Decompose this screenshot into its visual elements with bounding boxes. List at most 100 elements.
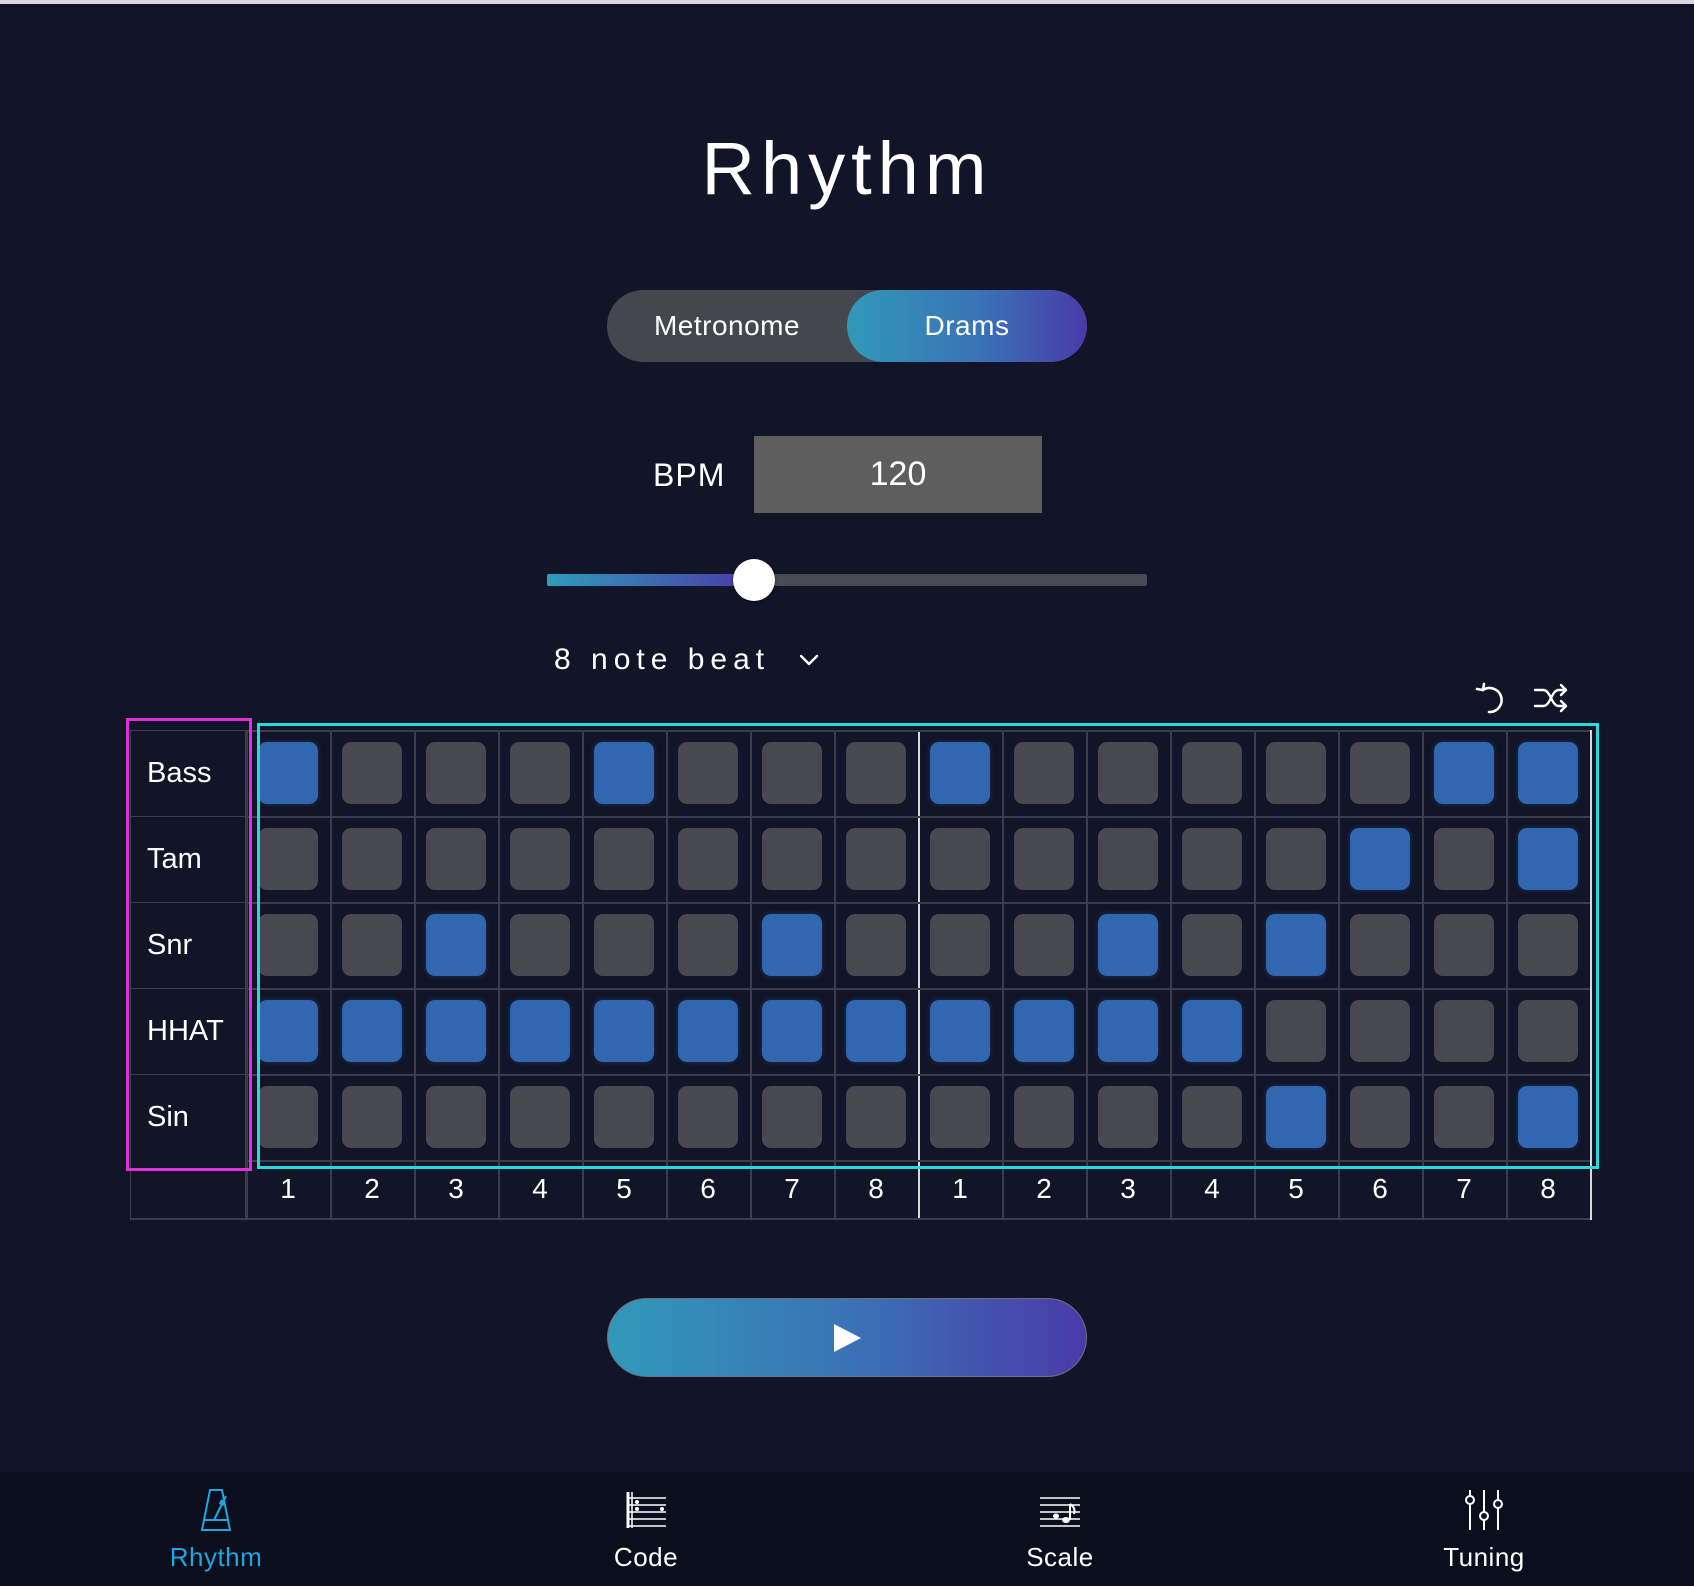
- shuffle-icon[interactable]: [1531, 678, 1571, 718]
- step-cell-tam-15[interactable]: [1434, 828, 1494, 890]
- step-cell-bass-12[interactable]: [1182, 742, 1242, 804]
- step-cell-snr-13[interactable]: [1266, 914, 1326, 976]
- step-cell-sin-14[interactable]: [1350, 1086, 1410, 1148]
- step-cell-tam-9[interactable]: [930, 828, 990, 890]
- step-cell-bass-16[interactable]: [1518, 742, 1578, 804]
- step-cell-snr-16[interactable]: [1518, 914, 1578, 976]
- step-cell-hhat-4[interactable]: [510, 1000, 570, 1062]
- beat-type-select[interactable]: 8 note beat: [554, 640, 820, 680]
- step-cell-snr-12[interactable]: [1182, 914, 1242, 976]
- bpm-input[interactable]: 120: [754, 436, 1042, 513]
- step-cell-snr-11[interactable]: [1098, 914, 1158, 976]
- step-cell-hhat-10[interactable]: [1014, 1000, 1074, 1062]
- step-cell-tam-7[interactable]: [762, 828, 822, 890]
- play-button[interactable]: [607, 1298, 1087, 1377]
- step-cell-hhat-7[interactable]: [762, 1000, 822, 1062]
- step-cell-bass-15[interactable]: [1434, 742, 1494, 804]
- step-cell-tam-6[interactable]: [678, 828, 738, 890]
- step-cell-hhat-15[interactable]: [1434, 1000, 1494, 1062]
- nav-code[interactable]: Code: [526, 1472, 766, 1586]
- step-cell-snr-3[interactable]: [426, 914, 486, 976]
- step-cell-snr-10[interactable]: [1014, 914, 1074, 976]
- step-cell-hhat-8[interactable]: [846, 1000, 906, 1062]
- step-cell-tam-11[interactable]: [1098, 828, 1158, 890]
- step-cell-tam-2[interactable]: [342, 828, 402, 890]
- step-cell-snr-8[interactable]: [846, 914, 906, 976]
- step-cell-snr-7[interactable]: [762, 914, 822, 976]
- step-cell-bass-3[interactable]: [426, 742, 486, 804]
- step-cell-tam-12[interactable]: [1182, 828, 1242, 890]
- step-cell-snr-5[interactable]: [594, 914, 654, 976]
- step-cell-sin-11[interactable]: [1098, 1086, 1158, 1148]
- step-cell-tam-4[interactable]: [510, 828, 570, 890]
- step-cell-snr-9[interactable]: [930, 914, 990, 976]
- step-cell-hhat-3[interactable]: [426, 1000, 486, 1062]
- step-cell-sin-7[interactable]: [762, 1086, 822, 1148]
- step-cell-bass-14[interactable]: [1350, 742, 1410, 804]
- step-cell-snr-15[interactable]: [1434, 914, 1494, 976]
- step-cell-hhat-13[interactable]: [1266, 1000, 1326, 1062]
- step-cell-tam-8[interactable]: [846, 828, 906, 890]
- step-cell-sin-12[interactable]: [1182, 1086, 1242, 1148]
- grid-column-line: [834, 730, 836, 1220]
- step-cell-hhat-12[interactable]: [1182, 1000, 1242, 1062]
- grid-column-line: [330, 730, 332, 1220]
- step-cell-sin-9[interactable]: [930, 1086, 990, 1148]
- step-cell-tam-13[interactable]: [1266, 828, 1326, 890]
- step-cell-hhat-11[interactable]: [1098, 1000, 1158, 1062]
- step-cell-bass-13[interactable]: [1266, 742, 1326, 804]
- tempo-slider[interactable]: [547, 559, 1147, 601]
- step-cell-bass-4[interactable]: [510, 742, 570, 804]
- drams-tab[interactable]: Drams: [847, 290, 1087, 362]
- step-cell-sin-10[interactable]: [1014, 1086, 1074, 1148]
- step-cell-sin-8[interactable]: [846, 1086, 906, 1148]
- chord-sheet-icon: [626, 1492, 666, 1528]
- step-cell-sin-6[interactable]: [678, 1086, 738, 1148]
- step-cell-tam-10[interactable]: [1014, 828, 1074, 890]
- step-cell-bass-7[interactable]: [762, 742, 822, 804]
- step-cell-bass-8[interactable]: [846, 742, 906, 804]
- step-cell-bass-9[interactable]: [930, 742, 990, 804]
- metronome-tab[interactable]: Metronome: [607, 290, 847, 362]
- step-cell-hhat-16[interactable]: [1518, 1000, 1578, 1062]
- step-cell-sin-16[interactable]: [1518, 1086, 1578, 1148]
- step-cell-tam-3[interactable]: [426, 828, 486, 890]
- step-cell-snr-14[interactable]: [1350, 914, 1410, 976]
- step-cell-sin-4[interactable]: [510, 1086, 570, 1148]
- step-cell-snr-4[interactable]: [510, 914, 570, 976]
- step-cell-bass-10[interactable]: [1014, 742, 1074, 804]
- step-cell-bass-1[interactable]: [258, 742, 318, 804]
- step-cell-snr-6[interactable]: [678, 914, 738, 976]
- step-cell-sin-2[interactable]: [342, 1086, 402, 1148]
- step-cell-bass-5[interactable]: [594, 742, 654, 804]
- step-sequencer-grid: [246, 730, 1592, 1220]
- step-cell-sin-13[interactable]: [1266, 1086, 1326, 1148]
- step-cell-tam-14[interactable]: [1350, 828, 1410, 890]
- step-cell-sin-1[interactable]: [258, 1086, 318, 1148]
- step-cell-sin-15[interactable]: [1434, 1086, 1494, 1148]
- nav-tuning[interactable]: Tuning: [1364, 1472, 1604, 1586]
- step-cell-sin-3[interactable]: [426, 1086, 486, 1148]
- step-cell-hhat-14[interactable]: [1350, 1000, 1410, 1062]
- track-label-snr: Snr: [130, 902, 246, 988]
- step-cell-sin-5[interactable]: [594, 1086, 654, 1148]
- step-cell-snr-2[interactable]: [342, 914, 402, 976]
- grid-column-line: [1338, 730, 1340, 1220]
- step-cell-tam-5[interactable]: [594, 828, 654, 890]
- step-cell-bass-11[interactable]: [1098, 742, 1158, 804]
- step-cell-tam-1[interactable]: [258, 828, 318, 890]
- nav-scale[interactable]: Scale: [940, 1472, 1180, 1586]
- step-cell-hhat-2[interactable]: [342, 1000, 402, 1062]
- step-cell-bass-6[interactable]: [678, 742, 738, 804]
- step-cell-bass-2[interactable]: [342, 742, 402, 804]
- nav-rhythm[interactable]: Rhythm: [96, 1472, 336, 1586]
- step-cell-hhat-1[interactable]: [258, 1000, 318, 1062]
- step-cell-hhat-5[interactable]: [594, 1000, 654, 1062]
- undo-icon[interactable]: [1472, 678, 1512, 718]
- step-cell-tam-16[interactable]: [1518, 828, 1578, 890]
- tempo-slider-thumb[interactable]: [733, 559, 775, 601]
- step-cell-hhat-6[interactable]: [678, 1000, 738, 1062]
- step-cell-hhat-9[interactable]: [930, 1000, 990, 1062]
- step-cell-snr-1[interactable]: [258, 914, 318, 976]
- grid-row-line: [246, 988, 1590, 990]
